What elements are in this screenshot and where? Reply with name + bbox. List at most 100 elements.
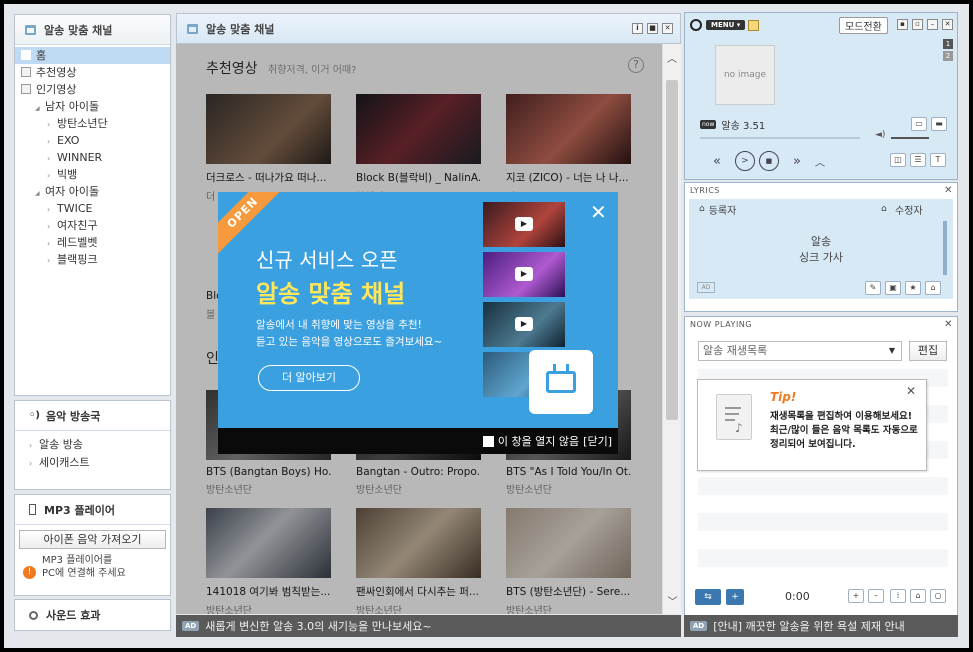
news-ticker[interactable]: AD 새롭게 변신한 알송 3.0의 새기능을 만나보세요~	[176, 615, 681, 637]
channel-tree-panel: 알송 맞춤 채널 홈 추천영상 인기영상 ◢ 남자 아이돌 › 방탄소년단 › EXO › WINN…	[14, 14, 171, 396]
page-badge-1[interactable]: 1	[943, 39, 953, 49]
sound-effect-panel[interactable]: 사운드 효과	[14, 599, 171, 631]
menu-button[interactable]: MENU ▾	[706, 20, 746, 30]
usb-button[interactable]: ⇆	[695, 589, 721, 605]
tree-item[interactable]: › 빅뱅	[15, 166, 170, 183]
tree-item-label: 추천영상	[36, 66, 77, 79]
tip-line1: 재생목록을 편집하여 이용해보세요!	[770, 411, 913, 422]
tree-item[interactable]: › WINNER	[15, 149, 170, 166]
search-icon[interactable]: ○	[930, 589, 946, 603]
lyrics-header: LYRICS ✕	[685, 183, 957, 199]
tree-item[interactable]: › 방탄소년단	[15, 115, 170, 132]
eject-icon[interactable]: ︿	[815, 154, 825, 169]
volume-slider[interactable]	[891, 137, 929, 139]
broadcast-title: 음악 방송국	[45, 409, 101, 423]
playback-controls: « > ■ » ︿	[713, 151, 825, 171]
chevron-right-icon: ›	[47, 154, 51, 163]
add-folder-button[interactable]: +	[726, 589, 744, 605]
minimize-button[interactable]: ■	[647, 23, 658, 34]
play-icon: ▶	[515, 317, 533, 331]
tree-item-label: 여자친구	[57, 219, 98, 232]
nowplaying-panel: NOW PLAYING ✕ 알송 재생목록 ▼ 편집 ♪ Tip! ✕ 재생목록…	[684, 316, 958, 632]
playlist-select[interactable]: 알송 재생목록 ▼	[698, 341, 902, 361]
lyrics-area: 알송 싱크 가사	[689, 219, 953, 277]
mp3-note-line1: MP3 플레이어를	[42, 555, 113, 566]
app-window: 알송 맞춤 채널 홈추천영상인기영상 ◢ 남자 아이돌 › 방탄소년단 › EXO › WINN…	[4, 4, 969, 648]
playlist-toolbar: ⇆ + 0:00 + – ⁞ ⌂ ○	[685, 587, 957, 607]
close-button[interactable]: ✕	[662, 23, 673, 34]
stop-button[interactable]: ■	[758, 151, 779, 171]
broadcast-item-alsong[interactable]: › 알송 방송	[29, 436, 170, 454]
ad-badge: AD	[690, 621, 708, 631]
tree-item[interactable]: 인기영상	[15, 81, 170, 98]
list-button[interactable]: ☰	[910, 153, 926, 167]
sort-button[interactable]: ⌂	[910, 589, 926, 603]
tree-item[interactable]: ◢ 남자 아이돌	[15, 98, 170, 115]
popup-close-link[interactable]: [닫기]	[583, 433, 612, 449]
layout-button[interactable]: ▫	[912, 19, 923, 30]
tree-item[interactable]: 추천영상	[15, 64, 170, 81]
tree-item[interactable]: 홈	[15, 47, 170, 64]
player-close-button[interactable]: ✕	[942, 19, 953, 30]
nowplaying-close-icon[interactable]: ✕	[944, 317, 953, 333]
tree-item[interactable]: › 여자친구	[15, 217, 170, 234]
alsong-logo-icon	[690, 19, 702, 31]
tip-box: ♪ Tip! ✕ 재생목록을 편집하여 이용해보세요! 최근/많이 들은 음악 …	[697, 379, 927, 471]
dont-show-checkbox[interactable]	[482, 435, 494, 447]
seek-bar[interactable]	[700, 137, 860, 139]
scroll-up-arrow-icon[interactable]: ︿	[663, 50, 681, 65]
tree-item[interactable]: › EXO	[15, 132, 170, 149]
add-button[interactable]: +	[848, 589, 864, 603]
mode-switch-button[interactable]: 모드전환	[839, 17, 888, 34]
popup-headline2: 알송 맞춤 채널	[256, 280, 406, 308]
tip-close-icon[interactable]: ✕	[906, 384, 916, 398]
calendar-icon	[25, 24, 36, 35]
iphone-import-button[interactable]: 아이폰 음악 가져오기	[19, 530, 166, 549]
scroll-down-arrow-icon[interactable]: ﹀	[663, 593, 682, 608]
notice-text[interactable]: [안내] 깨끗한 알송을 위한 욕설 제재 안내	[713, 618, 904, 634]
dont-show-label[interactable]: 이 창을 열지 않음	[498, 433, 579, 449]
broadcast-item-saycast[interactable]: › 세이캐스트	[29, 454, 170, 472]
view-button[interactable]: ▬	[931, 117, 947, 131]
lyrics-scrollbar[interactable]	[943, 221, 947, 275]
tree-item[interactable]: › TWICE	[15, 200, 170, 217]
tree-item[interactable]: › 레드벨벳	[15, 234, 170, 251]
page-badge-2[interactable]: 2	[943, 51, 953, 61]
lyrics-edit-button[interactable]: ✎	[865, 281, 881, 295]
play-icon: ▶	[515, 217, 533, 231]
play-button[interactable]: >	[734, 151, 755, 171]
content-scrollbar[interactable]: ︿ ﹀	[662, 44, 681, 614]
player-minimize-button[interactable]: –	[927, 19, 938, 30]
now-icon: now	[700, 120, 717, 129]
mp3-header: MP3 플레이어	[15, 495, 170, 525]
repeat-button[interactable]: ◫	[890, 153, 906, 167]
broadcast-header[interactable]: ◦) 음악 방송국	[15, 401, 170, 431]
lyrics-alarm-button[interactable]: ⌂	[925, 281, 941, 295]
scrollbar-thumb[interactable]	[666, 80, 678, 420]
sound-effect-header[interactable]: 사운드 효과	[15, 600, 170, 630]
playlist-edit-button[interactable]: 편집	[909, 341, 947, 361]
lyrics-star-button[interactable]: ★	[905, 281, 921, 295]
track-title: 알송 3.51	[721, 121, 766, 132]
text-button[interactable]: T	[930, 153, 946, 167]
popup-headline1: 신규 서비스 오픈	[256, 248, 398, 272]
player-panel: MENU ▾ 모드전환 ▪ ▫ – ✕ no image 1 2 now 알송 …	[684, 12, 958, 180]
eq-button[interactable]: ▭	[911, 117, 927, 131]
ticker-text[interactable]: 새롭게 변신한 알송 3.0의 새기능을 만나보세요~	[205, 618, 431, 634]
learn-more-button[interactable]: 더 알아보기	[258, 365, 360, 391]
notice-ticker[interactable]: AD [안내] 깨끗한 알송을 위한 욕설 제재 안내	[684, 615, 958, 637]
tree-item[interactable]: › 블랙핑크	[15, 251, 170, 268]
lyrics-close-icon[interactable]: ✕	[944, 183, 953, 199]
lyrics-save-button[interactable]: ▣	[885, 281, 901, 295]
remove-button[interactable]: –	[868, 589, 884, 603]
chevron-right-icon: ›	[47, 222, 51, 231]
info-button[interactable]: i	[632, 23, 643, 34]
next-icon[interactable]: »	[793, 154, 801, 169]
popup-close-icon[interactable]: ✕	[590, 202, 607, 222]
prev-icon[interactable]: «	[713, 154, 721, 169]
lyrics-credit-bar: ⌂ 등록자 ⌂ 수정자	[689, 199, 953, 219]
tree-item[interactable]: ◢ 여자 아이돌	[15, 183, 170, 200]
skin-icon[interactable]	[748, 19, 760, 31]
mini-mode-button[interactable]: ▪	[897, 19, 908, 30]
grid-button[interactable]: ⁞	[890, 589, 906, 603]
